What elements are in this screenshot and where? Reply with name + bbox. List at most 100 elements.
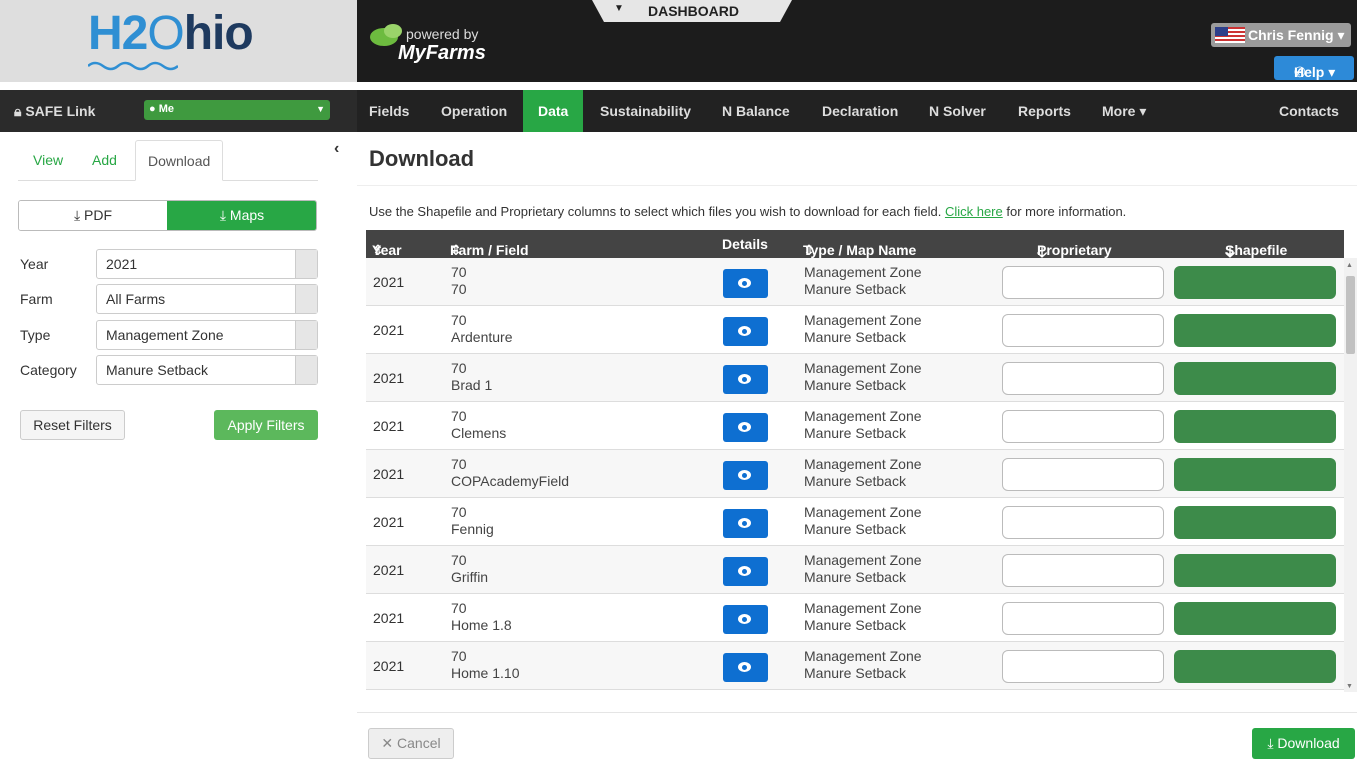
row-type-map: Management Zone Manure Setback bbox=[804, 456, 922, 490]
nav-fields[interactable]: Fields bbox=[369, 90, 409, 132]
table-row: 2021 70 Home 1.8 Management Zone Manure Setb… bbox=[366, 594, 1344, 642]
tab-add[interactable]: Add bbox=[92, 140, 117, 181]
shapefile-toggle[interactable] bbox=[1174, 554, 1336, 587]
more-info-link[interactable]: Click here bbox=[945, 204, 1003, 219]
shapefile-toggle[interactable] bbox=[1174, 314, 1336, 347]
details-eye-icon[interactable] bbox=[723, 605, 768, 634]
nav-n-solver[interactable]: N Solver bbox=[929, 90, 986, 132]
powered-by-label: powered by bbox=[406, 26, 479, 42]
reset-filters-button[interactable]: Reset Filters bbox=[20, 410, 125, 440]
proprietary-toggle[interactable] bbox=[1002, 266, 1164, 299]
table-row: 2021 70 Clemens Management Zone Manure Setba… bbox=[366, 402, 1344, 450]
details-eye-icon[interactable] bbox=[723, 317, 768, 346]
details-eye-icon[interactable] bbox=[723, 269, 768, 298]
help-button[interactable]: ✆ Help ▾ bbox=[1274, 56, 1354, 80]
nav-reports[interactable]: Reports bbox=[1018, 90, 1071, 132]
proprietary-toggle[interactable] bbox=[1002, 506, 1164, 539]
row-year: 2021 bbox=[373, 466, 405, 482]
row-farm: 70 bbox=[451, 648, 467, 664]
dashboard-label: DASHBOARD bbox=[648, 3, 739, 19]
details-eye-icon[interactable] bbox=[723, 461, 768, 490]
shapefile-toggle[interactable] bbox=[1174, 410, 1336, 443]
year-select[interactable]: 2021 bbox=[96, 249, 318, 279]
shapefile-toggle[interactable] bbox=[1174, 650, 1336, 683]
select-caret bbox=[295, 285, 317, 313]
collapse-sidebar-icon[interactable]: ‹ bbox=[334, 140, 339, 158]
filter-label-farm: Farm bbox=[20, 291, 53, 307]
caret-down-icon: ▼ bbox=[614, 3, 624, 14]
tab-download[interactable]: Download bbox=[135, 140, 224, 181]
type-value: Management Zone bbox=[106, 327, 224, 343]
details-eye-icon[interactable] bbox=[723, 557, 768, 586]
nav-declaration[interactable]: Declaration bbox=[822, 90, 898, 132]
tab-view[interactable]: View bbox=[33, 140, 63, 181]
nav-n-balance[interactable]: N Balance bbox=[722, 90, 790, 132]
download-button[interactable]: ⤓ Download bbox=[1252, 728, 1355, 759]
proprietary-toggle[interactable] bbox=[1002, 458, 1164, 491]
divider bbox=[357, 185, 1357, 186]
shapefile-toggle[interactable] bbox=[1174, 362, 1336, 395]
row-map: Manure Setback bbox=[804, 665, 906, 681]
row-farm-field: 70 Brad 1 bbox=[451, 360, 492, 394]
details-eye-icon[interactable] bbox=[723, 413, 768, 442]
user-name: Chris Fennig ▾ bbox=[1248, 27, 1345, 43]
row-type: Management Zone bbox=[804, 552, 922, 568]
intro-before: Use the Shapefile and Proprietary column… bbox=[369, 204, 942, 219]
nav-data[interactable]: Data bbox=[523, 90, 584, 132]
details-eye-icon[interactable] bbox=[723, 653, 768, 682]
safe-link[interactable]: 🔒︎ SAFE Link bbox=[14, 103, 95, 120]
user-scope-value: Me bbox=[158, 103, 174, 115]
shapefile-toggle[interactable] bbox=[1174, 266, 1336, 299]
cancel-button[interactable]: ✕ Cancel bbox=[368, 728, 454, 759]
row-farm: 70 bbox=[451, 264, 467, 280]
nav-more[interactable]: More ▾ bbox=[1102, 90, 1146, 132]
row-type-map: Management Zone Manure Setback bbox=[804, 312, 922, 346]
row-farm: 70 bbox=[451, 312, 467, 328]
top-header: H2Ohio powered by MyFarms ▼ DASHBOARD Ch… bbox=[0, 0, 1357, 82]
row-field: 70 bbox=[451, 281, 467, 297]
scroll-up-icon[interactable]: ▲ bbox=[1346, 262, 1353, 269]
farm-select[interactable]: All Farms bbox=[96, 284, 318, 314]
row-farm-field: 70 70 bbox=[451, 264, 467, 298]
farm-value: All Farms bbox=[106, 291, 166, 307]
scrollbar-thumb[interactable] bbox=[1346, 276, 1355, 354]
myfarms-brand: MyFarms bbox=[398, 42, 486, 64]
details-eye-icon[interactable] bbox=[723, 509, 768, 538]
user-scope-select[interactable]: ● Me ▼ bbox=[144, 100, 330, 120]
row-farm-field: 70 Clemens bbox=[451, 408, 506, 442]
pdf-button[interactable]: ⤓ PDF bbox=[19, 201, 167, 230]
nav-contacts[interactable]: Contacts bbox=[1279, 90, 1339, 132]
row-farm-field: 70 Home 1.8 bbox=[451, 600, 512, 634]
details-eye-icon[interactable] bbox=[723, 365, 768, 394]
maps-button[interactable]: ⤓ Maps bbox=[167, 201, 316, 230]
table-row: 2021 70 COPAcademyField Management Zone Manu… bbox=[366, 450, 1344, 498]
proprietary-toggle[interactable] bbox=[1002, 650, 1164, 683]
shapefile-toggle[interactable] bbox=[1174, 458, 1336, 491]
sidebar-tabs: View Add Download bbox=[18, 140, 318, 181]
user-menu-button[interactable]: Chris Fennig ▾ bbox=[1211, 23, 1351, 47]
proprietary-toggle[interactable] bbox=[1002, 554, 1164, 587]
type-select[interactable]: Management Zone bbox=[96, 320, 318, 350]
nav-operation[interactable]: Operation bbox=[441, 90, 507, 132]
pdf-label: PDF bbox=[84, 207, 113, 223]
row-type: Management Zone bbox=[804, 504, 922, 520]
row-map: Manure Setback bbox=[804, 521, 906, 537]
proprietary-toggle[interactable] bbox=[1002, 602, 1164, 635]
proprietary-toggle[interactable] bbox=[1002, 362, 1164, 395]
category-select[interactable]: Manure Setback bbox=[96, 355, 318, 385]
shapefile-toggle[interactable] bbox=[1174, 602, 1336, 635]
table-row: 2021 70 70 Management Zone Manure Setback bbox=[366, 258, 1344, 306]
apply-filters-button[interactable]: Apply Filters bbox=[214, 410, 318, 440]
dashboard-toggle[interactable]: ▼ DASHBOARD bbox=[592, 0, 792, 22]
nav-sustainability[interactable]: Sustainability bbox=[600, 90, 691, 132]
table-row: 2021 70 Brad 1 Management Zone Manure Setbac… bbox=[366, 354, 1344, 402]
logo-hio: hio bbox=[183, 7, 254, 60]
scroll-down-icon[interactable]: ▼ bbox=[1346, 683, 1353, 690]
proprietary-toggle[interactable] bbox=[1002, 314, 1164, 347]
waves-icon bbox=[88, 61, 178, 71]
proprietary-toggle[interactable] bbox=[1002, 410, 1164, 443]
row-farm: 70 bbox=[451, 504, 467, 520]
shapefile-toggle[interactable] bbox=[1174, 506, 1336, 539]
h2ohio-logo[interactable]: H2Ohio bbox=[0, 0, 357, 82]
col-details: Details bbox=[722, 236, 768, 252]
